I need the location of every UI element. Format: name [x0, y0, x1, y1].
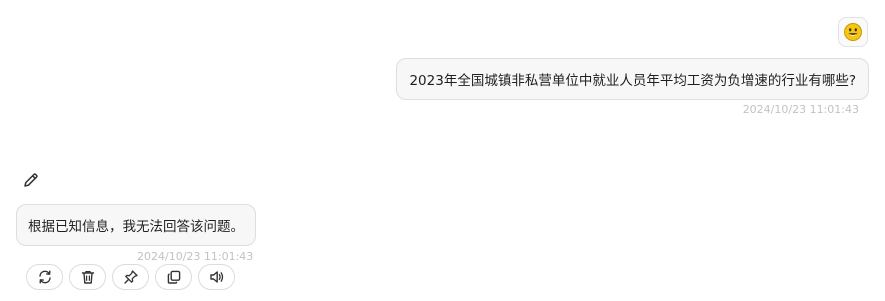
smiley-face-icon — [844, 23, 862, 41]
user-message-text: 2023年全国城镇非私营单位中就业人员年平均工资为负增速的行业有哪些? — [409, 73, 856, 89]
user-avatar — [838, 17, 868, 47]
refresh-icon — [38, 270, 51, 284]
delete-button[interactable] — [69, 264, 106, 290]
bot-avatar — [17, 166, 45, 194]
speaker-icon — [209, 271, 223, 283]
copy-icon — [167, 270, 180, 284]
user-message-bubble: 2023年全国城镇非私营单位中就业人员年平均工资为负增速的行业有哪些? — [396, 58, 869, 100]
bot-message-timestamp: 2024/10/23 11:01:43 — [137, 250, 254, 263]
pin-button[interactable] — [112, 264, 149, 290]
user-message-timestamp: 2024/10/23 11:01:43 — [742, 103, 859, 116]
regenerate-button[interactable] — [26, 264, 63, 290]
bot-message-bubble: 根据已知信息，我无法回答该问题。 — [16, 204, 256, 246]
read-aloud-button[interactable] — [198, 264, 235, 290]
trash-icon — [81, 270, 94, 284]
message-actions — [26, 264, 235, 290]
pencil-icon — [24, 173, 38, 187]
bot-message-text: 根据已知信息，我无法回答该问题。 — [28, 219, 244, 235]
pin-icon — [123, 270, 138, 284]
copy-button[interactable] — [155, 264, 192, 290]
